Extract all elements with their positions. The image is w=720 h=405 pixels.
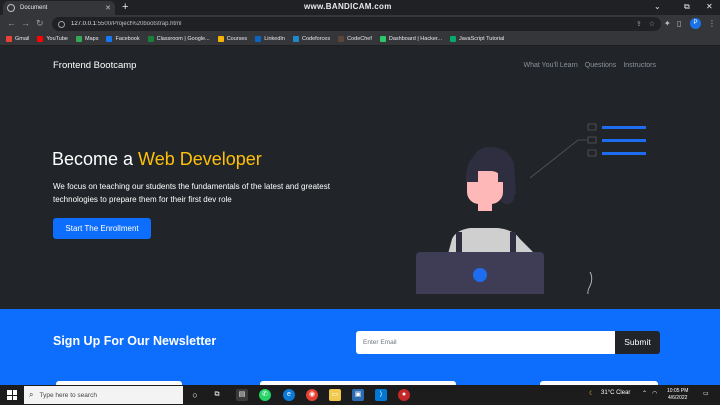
bookmark-item[interactable]: YouTube	[37, 36, 68, 42]
cortana-icon[interactable]: ○	[189, 389, 201, 401]
bookmark-item[interactable]: JavaScript Tutorial	[450, 36, 504, 42]
bookmark-favicon-icon	[106, 36, 113, 42]
bookmark-label: Codeforces	[301, 36, 331, 42]
globe-icon	[7, 4, 15, 12]
enroll-button[interactable]: Start The Enrollment	[53, 218, 151, 239]
tab-title: Document	[20, 5, 48, 11]
newsletter-section: Sign Up For Our Newsletter Submit	[0, 309, 720, 385]
bookmark-favicon-icon	[255, 36, 262, 42]
bookmark-item[interactable]: LinkedIn	[255, 36, 285, 42]
bookmark-item[interactable]: Classroom | Google...	[147, 36, 210, 42]
windows-start-icon[interactable]	[7, 390, 17, 400]
browser-toolbar: ← → ↻ 127.0.0.1:5500/Project%20bootstrap…	[0, 15, 720, 33]
bookmark-label: Dashboard | Hacker...	[388, 36, 442, 42]
recording-watermark: www.BANDICAM.com	[304, 2, 392, 11]
bookmark-item[interactable]: Facebook	[106, 36, 140, 42]
new-tab-button[interactable]: +	[122, 1, 128, 13]
bookmark-label: Maps	[85, 36, 99, 42]
bookmark-label: Classroom | Google...	[156, 36, 210, 42]
extensions-icon[interactable]: ✦	[664, 19, 671, 28]
bookmark-item[interactable]: Courses	[217, 36, 248, 42]
url-text: 127.0.0.1:5500/Project%20bootstrap.html	[71, 21, 182, 27]
bookmark-label: YouTube	[46, 36, 68, 42]
bookmark-favicon-icon	[6, 36, 12, 42]
bookmark-label: Facebook	[115, 36, 140, 42]
webpage: Frontend Bootcamp What You'll Learn Ques…	[0, 47, 720, 385]
hero-title: Become a Web Developer	[52, 149, 262, 169]
bookmark-item[interactable]: Gmail	[6, 36, 29, 42]
bookmark-favicon-icon	[147, 36, 154, 42]
window-close-icon[interactable]: ✕	[706, 2, 713, 11]
bookmark-favicon-icon	[37, 36, 44, 42]
vscode-icon[interactable]: ⟩	[375, 389, 387, 401]
clock[interactable]: 10:05 PM 4/6/2022	[667, 388, 688, 402]
restore-icon[interactable]: ⧉	[684, 2, 690, 12]
menu-kebab-icon[interactable]: ⋮	[708, 19, 716, 28]
back-icon[interactable]: ←	[7, 18, 16, 28]
newsletter-email-input[interactable]	[356, 331, 615, 354]
store-icon[interactable]: ▣	[352, 389, 364, 401]
address-bar[interactable]: 127.0.0.1:5500/Project%20bootstrap.html …	[52, 17, 661, 31]
share-icon[interactable]: ⇪	[636, 20, 642, 28]
browser-tabstrip: Document ✕ + www.BANDICAM.com ⌄ ⧉ ✕	[0, 0, 720, 15]
bandicam-icon[interactable]: ●	[398, 389, 410, 401]
weather-icon[interactable]: ☾	[589, 390, 594, 397]
bookmark-label: CodeChef	[347, 36, 372, 42]
bookmark-label: LinkedIn	[264, 36, 285, 42]
search-icon: ⌕	[29, 390, 34, 399]
chrome-icon[interactable]: ◉	[306, 389, 318, 401]
hero-text: We focus on teaching our students the fu…	[53, 182, 330, 204]
bookmark-item[interactable]: Dashboard | Hacker...	[379, 36, 442, 42]
taskbar-search[interactable]: ⌕ Type here to search	[24, 386, 183, 404]
edge-icon[interactable]: e	[283, 389, 295, 401]
navbar-links: What You'll Learn Questions Instructors	[524, 62, 656, 69]
bookmark-favicon-icon	[338, 36, 345, 42]
bookmark-item[interactable]: Codeforces	[292, 36, 331, 42]
nav-link-instructors[interactable]: Instructors	[623, 62, 656, 69]
newsletter-title: Sign Up For Our Newsletter	[53, 334, 217, 348]
taskbar: ⌕ Type here to search ○ ⧉ ▤ ✆ e ◉ ▭ ▣ ⟩ …	[0, 385, 720, 405]
browser-tab[interactable]: Document ✕	[3, 1, 115, 15]
forward-icon[interactable]: →	[21, 18, 30, 28]
bookmarks-bar: Gmail YouTube Maps Facebook Classroom | Goog…	[0, 33, 720, 46]
bookmark-label: Courses	[226, 36, 248, 42]
nav-link-learn[interactable]: What You'll Learn	[524, 62, 578, 69]
taskbar-search-placeholder: Type here to search	[39, 391, 97, 399]
network-icon[interactable]: ◠	[652, 390, 657, 397]
weather-text[interactable]: 31°C Clear	[601, 390, 630, 396]
tray-chevron-icon[interactable]: ⌃	[642, 390, 647, 397]
minimize-icon[interactable]: ⌄	[654, 2, 661, 11]
bookmark-favicon-icon	[450, 36, 456, 42]
bookmark-favicon-icon	[379, 36, 386, 42]
profile-avatar[interactable]: P	[690, 18, 701, 29]
whatsapp-icon[interactable]: ✆	[259, 389, 271, 401]
newsletter-submit-button[interactable]: Submit	[615, 331, 660, 354]
notification-icon[interactable]: ▭	[703, 390, 709, 397]
bookmark-favicon-icon	[217, 36, 224, 42]
close-tab-icon[interactable]: ✕	[105, 4, 111, 12]
nav-link-questions[interactable]: Questions	[585, 62, 617, 69]
folder-icon[interactable]: ▭	[329, 389, 341, 401]
hero-title-accent: Web Developer	[138, 149, 262, 169]
site-info-icon[interactable]	[58, 20, 65, 28]
sidepanel-icon[interactable]: ▯	[677, 19, 681, 28]
bookmark-item[interactable]: CodeChef	[338, 36, 372, 42]
bookmark-favicon-icon	[76, 36, 82, 42]
bookmark-favicon-icon	[292, 36, 299, 42]
developer-illustration	[416, 123, 646, 294]
bookmark-label: JavaScript Tutorial	[459, 36, 505, 42]
file-icon[interactable]: ▤	[236, 389, 248, 401]
bookmark-star-icon[interactable]: ☆	[649, 20, 655, 28]
task-view-icon[interactable]: ⧉	[211, 389, 223, 401]
navbar-brand[interactable]: Frontend Bootcamp	[53, 60, 136, 71]
reload-icon[interactable]: ↻	[36, 18, 44, 28]
bookmark-label: Gmail	[15, 36, 30, 42]
bookmark-item[interactable]: Maps	[76, 36, 98, 42]
